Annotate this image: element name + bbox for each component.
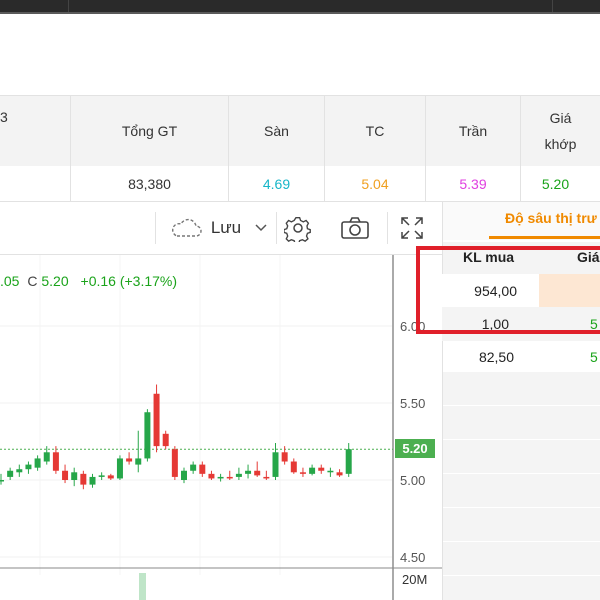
candlestick-plot[interactable]	[0, 255, 442, 600]
cloud-icon	[169, 217, 203, 239]
candle-body	[345, 449, 352, 474]
y-tick-label: 4.50	[400, 550, 426, 565]
cell-matched-price: 5.20	[520, 166, 600, 201]
cell-total-value: 83,380	[70, 166, 228, 201]
candle-body	[171, 449, 178, 477]
candle-body	[327, 470, 334, 473]
fullscreen-icon	[399, 215, 425, 241]
camera-icon	[340, 216, 370, 240]
candle-body	[0, 480, 4, 482]
change-value: +0.16 (+3.17%)	[80, 273, 178, 289]
candle-body	[116, 458, 123, 479]
candle-body	[235, 473, 242, 477]
price-chart[interactable]	[0, 255, 442, 600]
candle-body	[71, 472, 78, 480]
volume-axis-label: 20M	[402, 572, 428, 587]
candle-body	[281, 452, 288, 462]
buy-volume-cell: 82,50	[478, 349, 514, 365]
candle-body	[62, 470, 69, 480]
candle-body	[34, 458, 41, 468]
candle-body	[107, 475, 114, 479]
screenshot-button[interactable]	[336, 210, 374, 246]
cell-floor: 4.69	[228, 166, 324, 201]
candle-body	[199, 464, 206, 474]
header-reference: TC	[324, 96, 425, 166]
candle-body	[217, 476, 224, 479]
candle-body	[226, 476, 233, 479]
cell-ceiling: 5.39	[425, 166, 520, 201]
candle-body	[309, 467, 316, 474]
candle-body	[52, 452, 59, 471]
candle-body	[135, 458, 142, 465]
header-total-value: Tổng GT	[70, 96, 228, 166]
top-bar	[0, 0, 600, 14]
candle-body	[290, 461, 297, 473]
last-price-tag: 5.20	[395, 439, 435, 458]
volume-bar	[139, 573, 146, 600]
candle-body	[162, 433, 169, 447]
candle-body	[7, 470, 14, 477]
settings-button[interactable]	[280, 210, 316, 246]
open-value: .05	[0, 273, 20, 289]
gear-icon	[284, 214, 312, 242]
save-layout-button[interactable]: Lưu	[163, 210, 273, 246]
candle-body	[98, 475, 105, 477]
save-label: Lưu	[210, 218, 242, 237]
candle-body	[25, 464, 32, 470]
candle-body	[144, 412, 151, 459]
candle-body	[318, 467, 325, 471]
depth-tab[interactable]: Độ sâu thị trư	[443, 202, 600, 240]
ohlc-legend: .05 C 5.20 +0.16 (+3.17%)	[0, 273, 177, 289]
candle-body	[336, 472, 343, 476]
candle-body	[89, 476, 96, 485]
candle-body	[153, 393, 160, 447]
header-floor: Sàn	[228, 96, 324, 166]
price-cell: 5	[590, 349, 598, 365]
quote-table-header: 3 Tổng GT Sàn TC Trần Giá khớp	[0, 95, 600, 167]
chart-toolbar: Lưu	[0, 202, 442, 255]
candle-body	[190, 464, 197, 471]
y-tick-label: 5.00	[400, 473, 426, 488]
candle-body	[208, 473, 215, 479]
candle-body	[263, 476, 270, 479]
candle-body	[43, 452, 50, 462]
candle-body	[272, 452, 279, 477]
candle-body	[80, 473, 87, 485]
candle-body	[126, 458, 133, 462]
order-book-row: 82,50 5	[442, 340, 600, 374]
candle-body	[16, 469, 23, 473]
fullscreen-button[interactable]	[395, 210, 429, 246]
candle-body	[254, 470, 261, 476]
header-matched-price: Giá khớp	[520, 96, 600, 166]
header-ceiling: Trần	[425, 96, 520, 166]
highlight-box	[416, 246, 600, 334]
candle-body	[181, 470, 187, 480]
close-label: C	[27, 273, 38, 289]
quote-table-row: 83,380 4.69 5.04 5.39 5.20	[0, 166, 600, 202]
y-tick-label: 5.50	[400, 396, 426, 411]
header-partial: 3	[0, 109, 8, 125]
close-value: 5.20	[41, 273, 69, 289]
chevron-down-icon[interactable]	[255, 224, 267, 232]
cell-reference: 5.04	[324, 166, 425, 201]
candle-body	[245, 470, 252, 474]
candle-body	[299, 472, 306, 474]
order-book-empty-rows	[443, 372, 600, 600]
depth-tab-label: Độ sâu thị trư	[505, 210, 597, 226]
